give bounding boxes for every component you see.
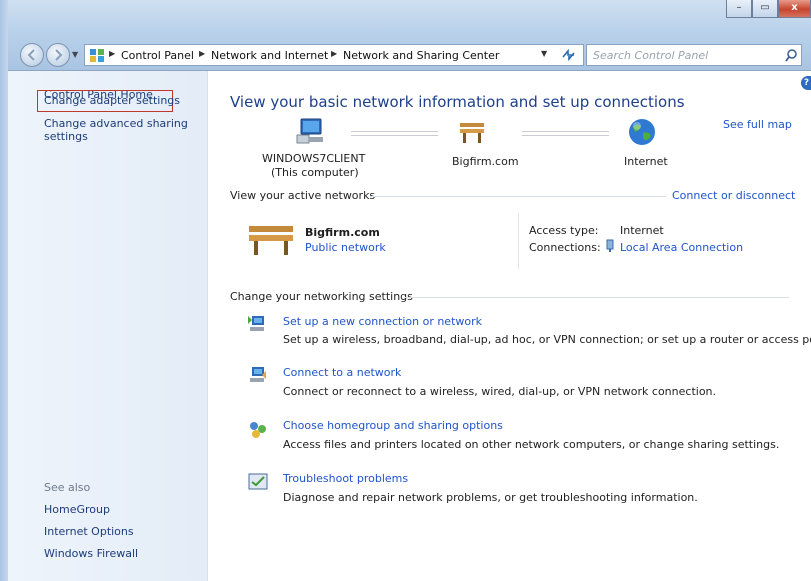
- page-title: View your basic network information and …: [230, 93, 685, 111]
- task-troubleshoot-desc: Diagnose and repair network problems, or…: [283, 491, 698, 504]
- connections-label: Connections:: [529, 241, 601, 254]
- troubleshoot-icon: [248, 473, 268, 490]
- breadcrumb-network-and-internet[interactable]: Network and Internet: [211, 49, 328, 62]
- close-button[interactable]: x: [778, 0, 811, 18]
- task-homegroup-link[interactable]: Choose homegroup and sharing options: [283, 419, 503, 432]
- map-network-name: Bigfirm.com: [452, 155, 519, 168]
- forward-arrow-icon: [55, 49, 63, 61]
- address-bar[interactable]: ▶ Control Panel ▶ Network and Internet ▶…: [84, 44, 584, 66]
- refresh-icon[interactable]: [559, 47, 579, 63]
- breadcrumb-separator[interactable]: ▶: [109, 49, 115, 58]
- task-connect-network-desc: Connect or reconnect to a wireless, wire…: [283, 385, 717, 398]
- map-connector: [351, 131, 438, 136]
- control-panel-icon: [90, 49, 104, 62]
- forward-button[interactable]: [46, 43, 70, 67]
- maximize-button[interactable]: ▭: [752, 0, 778, 18]
- active-network-name: Bigfirm.com: [305, 226, 380, 239]
- divider: [518, 213, 519, 269]
- map-connector: [522, 131, 609, 136]
- access-type-value: Internet: [620, 224, 664, 237]
- computer-subtitle: (This computer): [271, 166, 359, 179]
- task-homegroup-desc: Access files and printers located on oth…: [283, 438, 780, 451]
- connect-network-icon: [250, 367, 266, 382]
- breadcrumb-network-sharing-center[interactable]: Network and Sharing Center: [343, 49, 499, 62]
- homegroup-icon: [250, 422, 266, 438]
- connect-or-disconnect-link[interactable]: Connect or disconnect: [672, 189, 795, 202]
- network-type-link[interactable]: Public network: [305, 241, 386, 254]
- globe-icon[interactable]: [627, 117, 657, 147]
- breadcrumb-separator[interactable]: ▶: [331, 49, 337, 58]
- sidebar-item-change-advanced-sharing-settings[interactable]: Change advanced sharing settings: [44, 117, 194, 143]
- search-icon[interactable]: [784, 48, 798, 62]
- local-area-connection-link[interactable]: Local Area Connection: [620, 241, 743, 254]
- sidebar-item-homegroup[interactable]: HomeGroup: [44, 503, 110, 516]
- address-dropdown-icon[interactable]: ▼: [541, 49, 547, 58]
- computer-icon[interactable]: [295, 115, 329, 147]
- active-networks-heading: View your active networks: [230, 189, 376, 202]
- task-troubleshoot-link[interactable]: Troubleshoot problems: [283, 472, 408, 485]
- back-arrow-icon: [27, 49, 35, 61]
- new-connection-icon: [248, 316, 264, 331]
- bench-icon[interactable]: [457, 117, 487, 145]
- see-also-label: See also: [44, 481, 91, 494]
- search-placeholder: Search Control Panel: [593, 49, 709, 62]
- sidebar-item-internet-options[interactable]: Internet Options: [44, 525, 134, 538]
- sidebar-item-change-adapter-settings[interactable]: Change adapter settings: [44, 94, 180, 107]
- divider: [370, 196, 666, 197]
- recent-pages-dropdown[interactable]: ▼: [72, 50, 78, 59]
- sidebar-item-windows-firewall[interactable]: Windows Firewall: [44, 547, 138, 560]
- computer-name: WINDOWS7CLIENT: [262, 152, 366, 165]
- network-adapter-icon: [606, 239, 614, 252]
- see-full-map-link[interactable]: See full map: [723, 118, 792, 131]
- search-box[interactable]: Search Control Panel: [586, 44, 802, 66]
- help-icon[interactable]: ?: [801, 76, 811, 90]
- back-button[interactable]: [20, 43, 44, 67]
- minimize-button[interactable]: –: [726, 0, 752, 18]
- breadcrumb-control-panel[interactable]: Control Panel: [121, 49, 194, 62]
- change-settings-heading: Change your networking settings: [230, 290, 413, 303]
- bench-icon: [249, 226, 293, 255]
- task-connect-network-link[interactable]: Connect to a network: [283, 366, 401, 379]
- task-new-connection-desc: Set up a wireless, broadband, dial-up, a…: [283, 333, 811, 346]
- map-internet-label: Internet: [624, 155, 668, 168]
- window-frame: [0, 0, 8, 581]
- task-new-connection-link[interactable]: Set up a new connection or network: [283, 315, 482, 328]
- access-type-label: Access type:: [529, 224, 599, 237]
- breadcrumb-separator[interactable]: ▶: [199, 49, 205, 58]
- divider: [405, 297, 789, 298]
